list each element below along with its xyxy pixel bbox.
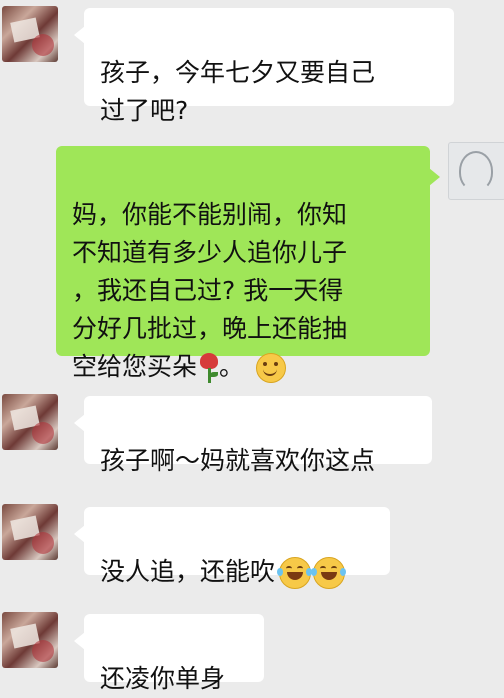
- smile-emoji-icon: [256, 353, 287, 383]
- contact-avatar[interactable]: [2, 504, 58, 560]
- contact-avatar[interactable]: [2, 6, 58, 62]
- message-bubble-incoming[interactable]: 孩子啊～妈就喜欢你这点: [74, 396, 432, 475]
- message-bubble-incoming[interactable]: 还凌你单身: [74, 614, 264, 693]
- laughing-tears-emoji-icon: [277, 557, 313, 589]
- message-text: 孩子，今年七夕又要自己 过了吧?: [100, 58, 376, 125]
- message-bubble-outgoing[interactable]: 妈，你能不能别闹，你知 不知道有多少人追你儿子 ，我还自己过? 我一天得 分好几…: [56, 146, 440, 383]
- message-text: 还凌你单身: [100, 664, 226, 693]
- user-avatar[interactable]: [448, 142, 504, 200]
- message-bubble-incoming[interactable]: 没人追，还能吹: [74, 507, 390, 589]
- message-bubble-incoming[interactable]: 孩子，今年七夕又要自己 过了吧?: [74, 8, 454, 125]
- message-text-end: 。: [219, 352, 245, 381]
- avatar-sketch-icon: [459, 151, 493, 191]
- message-text: 没人追，还能吹: [100, 557, 276, 586]
- laughing-tears-emoji-icon: [311, 557, 347, 589]
- rose-emoji-icon: [199, 353, 219, 383]
- contact-avatar[interactable]: [2, 394, 58, 450]
- contact-avatar[interactable]: [2, 612, 58, 668]
- message-text: 孩子啊～妈就喜欢你这点: [100, 446, 376, 475]
